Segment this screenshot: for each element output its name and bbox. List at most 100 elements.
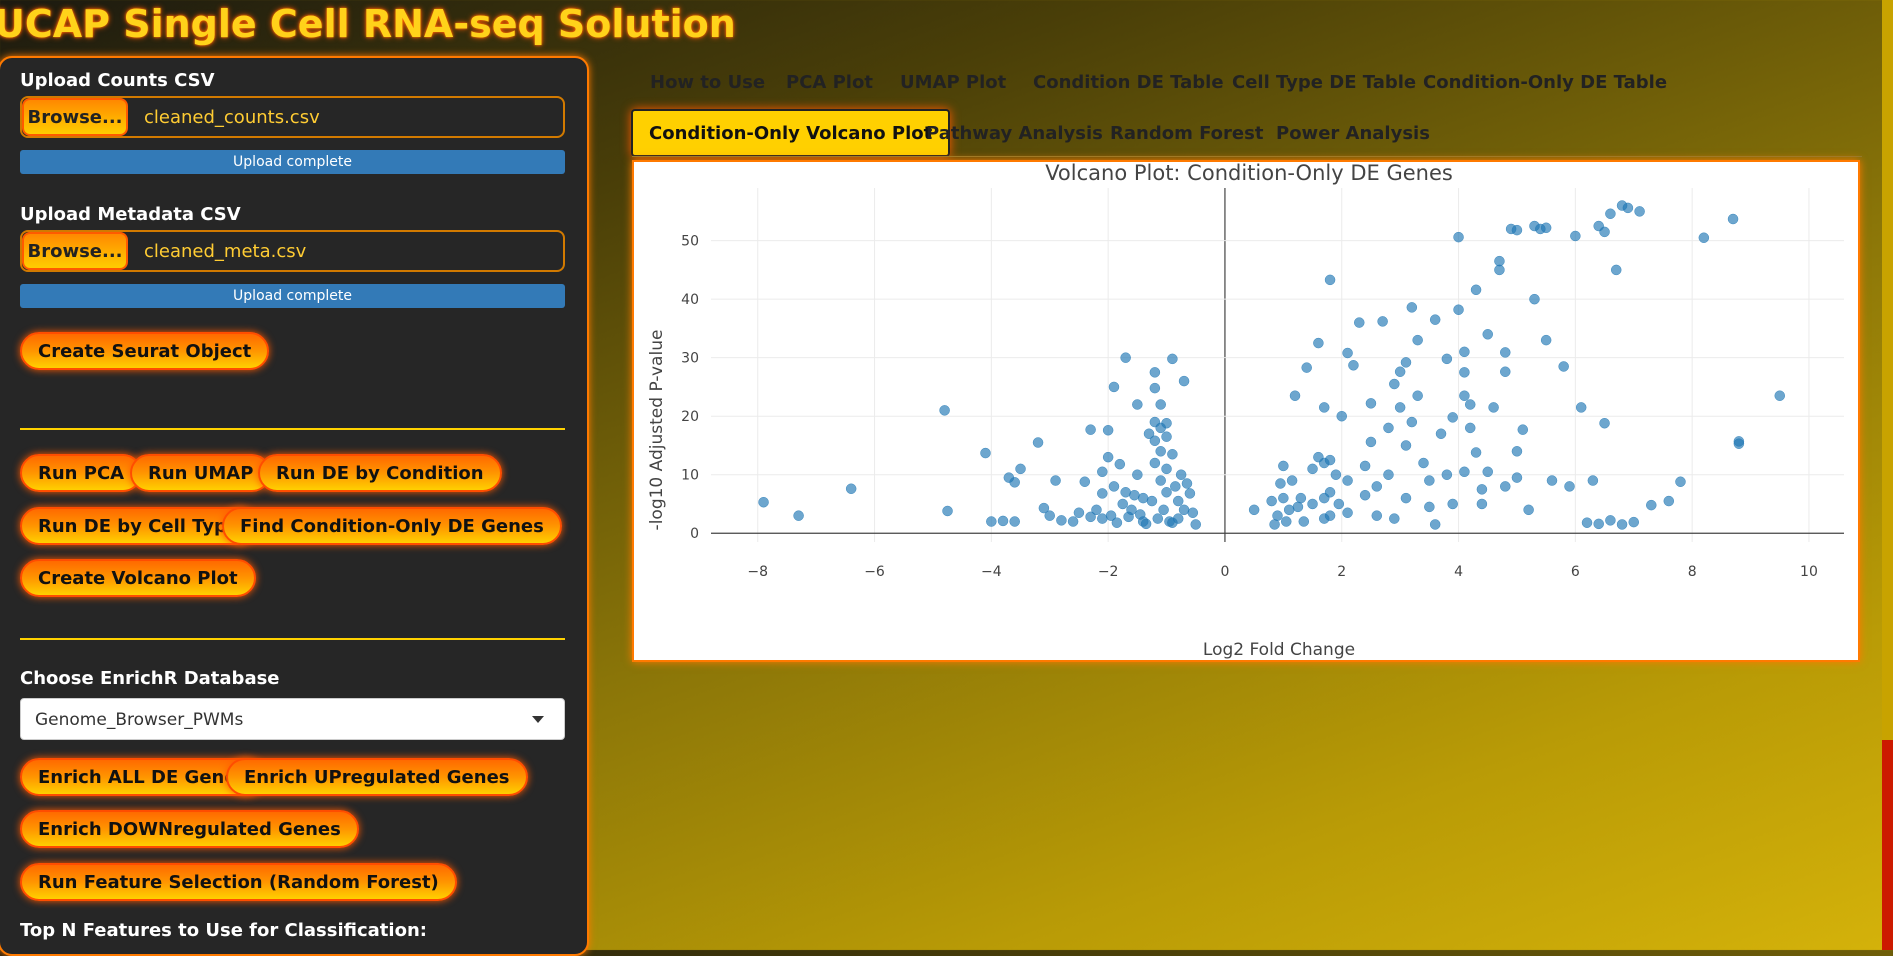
enrich-down-button[interactable]: Enrich DOWNregulated Genes — [20, 810, 359, 848]
data-point — [1009, 477, 1020, 488]
data-point — [1102, 451, 1114, 463]
counts-file-input[interactable]: Browse... cleaned_counts.csv — [20, 96, 565, 138]
enrichr-label: Choose EnrichR Database — [20, 668, 280, 689]
x-tick-label: −2 — [1098, 564, 1119, 580]
data-point — [1324, 274, 1336, 286]
plot-title: Volcano Plot: Condition-Only DE Genes — [1045, 162, 1453, 185]
data-point — [1593, 518, 1604, 530]
data-point — [1313, 337, 1324, 349]
data-point — [1470, 447, 1482, 458]
data-point — [939, 405, 950, 416]
data-point — [1348, 360, 1359, 371]
data-point — [1286, 475, 1298, 486]
data-point — [1170, 481, 1181, 492]
data-point — [1155, 475, 1166, 486]
data-point — [1494, 255, 1505, 267]
data-point — [1067, 516, 1079, 527]
data-point — [1587, 475, 1599, 486]
data-point — [845, 483, 857, 495]
data-point — [1114, 458, 1126, 470]
x-tick-label: 2 — [1337, 564, 1346, 580]
y-axis-label: -log10 Adjusted P-value — [647, 330, 667, 531]
data-point — [1482, 466, 1493, 478]
data-point — [1132, 399, 1143, 410]
tab-umap-plot[interactable]: UMAP Plot — [884, 62, 1022, 102]
volcano-plot-svg[interactable]: Volcano Plot: Condition-Only DE Genes Lo… — [634, 162, 1858, 660]
tab-condition-only-volcano[interactable]: Condition-Only Volcano Plot — [631, 109, 951, 157]
x-tick-label: 8 — [1688, 564, 1697, 580]
data-point — [1663, 495, 1675, 507]
run-umap-button[interactable]: Run UMAP — [130, 454, 272, 492]
data-point — [1056, 515, 1067, 526]
data-point — [1400, 357, 1412, 368]
meta-browse-button[interactable]: Browse... — [22, 232, 128, 270]
enrichr-selected-value: Genome_Browser_PWMs — [35, 710, 244, 730]
run-de-condition-button[interactable]: Run DE by Condition — [258, 454, 502, 492]
data-point — [1377, 316, 1388, 327]
data-point — [980, 447, 991, 459]
grid-lines — [711, 188, 1844, 542]
data-point — [1412, 390, 1423, 401]
data-point — [1540, 222, 1552, 234]
data-point — [1140, 518, 1152, 530]
data-point — [1546, 475, 1558, 486]
tab-random-forest[interactable]: Random Forest — [1094, 113, 1279, 153]
tab-pathway-analysis[interactable]: Pathway Analysis — [910, 113, 1119, 153]
tab-power-analysis[interactable]: Power Analysis — [1260, 113, 1446, 153]
data-point — [1424, 501, 1435, 513]
data-point — [1400, 440, 1412, 451]
data-point — [1123, 511, 1134, 523]
data-point — [1616, 519, 1628, 530]
data-point — [1281, 516, 1292, 527]
topn-features-label: Top N Features to Use for Classification… — [20, 920, 427, 941]
tab-pca-plot[interactable]: PCA Plot — [770, 62, 889, 102]
create-volcano-button[interactable]: Create Volcano Plot — [20, 559, 256, 597]
data-point — [793, 510, 804, 521]
x-tick-label: 0 — [1220, 564, 1229, 580]
scrollbar-thumb[interactable] — [1882, 740, 1893, 950]
data-point — [1435, 428, 1447, 440]
data-point — [1097, 513, 1108, 524]
data-point — [1429, 314, 1441, 325]
tab-how-to-use[interactable]: How to Use — [634, 62, 781, 102]
data-point — [1459, 367, 1470, 378]
data-point — [1342, 507, 1353, 518]
data-point — [1511, 446, 1523, 457]
data-point — [1359, 489, 1371, 501]
data-point — [1336, 410, 1347, 422]
tab-celltype-de-table[interactable]: Cell Type DE Table — [1216, 62, 1432, 102]
data-point — [1540, 334, 1552, 346]
y-tick-label: 50 — [681, 234, 699, 250]
data-point — [1283, 504, 1295, 516]
x-tick-label: 6 — [1571, 564, 1580, 580]
data-point — [1155, 446, 1166, 457]
data-point — [1032, 437, 1044, 448]
data-point — [1575, 402, 1587, 413]
meta-file-input[interactable]: Browse... cleaned_meta.csv — [20, 230, 565, 272]
enrich-up-button[interactable]: Enrich UPregulated Genes — [226, 758, 528, 796]
run-random-forest-button[interactable]: Run Feature Selection (Random Forest) — [20, 863, 457, 901]
data-point — [1406, 302, 1418, 313]
run-pca-button[interactable]: Run PCA — [20, 454, 143, 492]
data-point — [1459, 390, 1470, 401]
enrichr-database-select[interactable]: Genome_Browser_PWMs — [20, 698, 565, 740]
data-point — [1342, 475, 1353, 486]
scrollbar-track[interactable] — [1882, 0, 1893, 740]
data-point — [1470, 284, 1482, 296]
counts-upload-label: Upload Counts CSV — [20, 70, 215, 91]
data-point — [1634, 206, 1645, 217]
tab-condition-de-table[interactable]: Condition DE Table — [1017, 62, 1240, 102]
data-point — [1161, 431, 1172, 442]
data-point — [1073, 507, 1085, 518]
data-point — [1675, 476, 1686, 487]
data-point — [1558, 361, 1569, 372]
find-condition-only-button[interactable]: Find Condition-Only DE Genes — [222, 507, 562, 545]
data-point — [1324, 487, 1336, 498]
create-seurat-button[interactable]: Create Seurat Object — [20, 332, 270, 370]
data-point — [1333, 498, 1345, 510]
counts-browse-button[interactable]: Browse... — [22, 98, 128, 136]
tab-condition-only-de-table[interactable]: Condition-Only DE Table — [1407, 62, 1683, 102]
data-point — [1190, 519, 1201, 530]
data-point — [1698, 232, 1710, 243]
data-point — [1429, 519, 1441, 530]
